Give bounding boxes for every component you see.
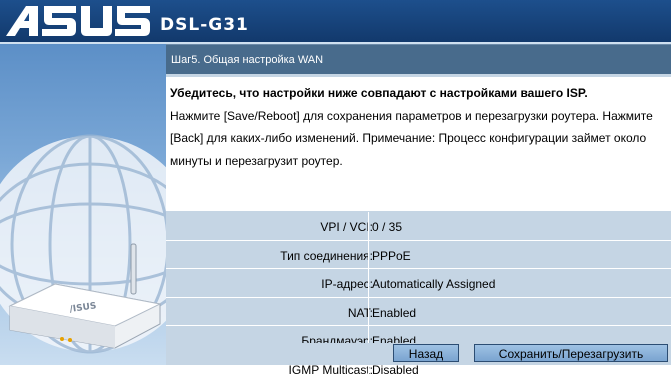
settings-value: 0 / 35	[372, 220, 403, 234]
settings-row-ip-address: IP-адрес: Automatically Assigned	[166, 269, 671, 298]
main-content: Шаг5. Общая настройка WAN Убедитесь, что…	[166, 44, 671, 384]
column-divider	[368, 240, 369, 269]
settings-label: IGMP Multicast:	[288, 362, 373, 377]
settings-row-connection-type: Тип соединения: PPPoE	[166, 240, 671, 270]
router-globe-illustration: /ISUS	[0, 134, 166, 354]
settings-value: Automatically Assigned	[372, 277, 496, 292]
side-illustration: /ISUS	[0, 44, 166, 365]
back-button[interactable]: Назад	[393, 344, 459, 362]
settings-row-nat: NAT: Enabled	[166, 297, 671, 327]
notice-body: Нажмите [Save/Reboot] для сохранения пар…	[170, 108, 653, 168]
settings-value: Disabled	[372, 362, 419, 377]
settings-label: NAT:	[347, 305, 373, 320]
step-title-bar: Шаг5. Общая настройка WAN	[166, 44, 671, 74]
button-bar: Назад Сохранить/Перезагрузить	[166, 343, 671, 365]
settings-label: IP-адрес:	[321, 277, 373, 292]
step-title: Шаг5. Общая настройка WAN	[171, 54, 324, 66]
settings-label: VPI / VCI:	[320, 220, 373, 234]
notice-headline: Убедитесь, что настройки ниже совпадают …	[170, 86, 588, 100]
notice-box: Убедитесь, что настройки ниже совпадают …	[166, 77, 671, 211]
model-name: DSL-G31	[160, 15, 249, 35]
save-reboot-button[interactable]: Сохранить/Перезагрузить	[474, 344, 668, 362]
column-divider	[368, 297, 369, 326]
header-bar: DSL-G31	[0, 0, 671, 42]
settings-value: PPPoE	[372, 248, 411, 263]
settings-label: Тип соединения:	[280, 248, 373, 263]
asus-logo	[6, 6, 150, 36]
column-divider	[368, 212, 369, 240]
settings-value: Enabled	[372, 305, 417, 320]
settings-row-vpi-vci: VPI / VCI: 0 / 35	[166, 212, 671, 241]
column-divider	[368, 269, 369, 297]
